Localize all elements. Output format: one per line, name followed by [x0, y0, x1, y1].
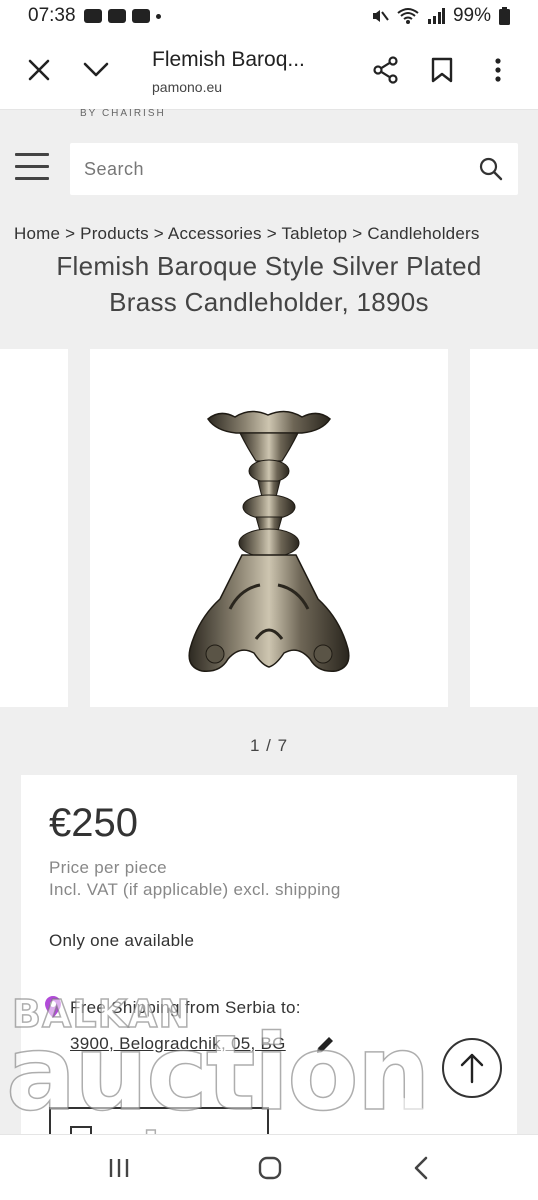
status-bar: 07:38 99% — [0, 0, 538, 32]
share-button[interactable] — [366, 50, 406, 90]
share-icon — [373, 56, 398, 84]
system-icons: 99% — [371, 5, 510, 27]
breadcrumb-separator: > — [266, 224, 282, 243]
close-icon — [28, 59, 50, 81]
back-button[interactable] — [404, 1151, 438, 1185]
breadcrumb-home[interactable]: Home — [14, 224, 60, 243]
hamburger-line — [15, 177, 49, 180]
recent-apps-icon — [109, 1159, 129, 1177]
scroll-to-top-button[interactable] — [442, 1038, 502, 1098]
battery-percent: 99% — [452, 5, 491, 26]
shipping-address-link[interactable]: 3900, Belogradchik, 05, BG — [70, 1034, 286, 1054]
breadcrumb-products[interactable]: Products — [80, 224, 149, 243]
price-card: €250 Price per piece Incl. VAT (if appli… — [21, 775, 517, 1147]
system-navigation-bar — [0, 1134, 538, 1200]
home-button[interactable] — [253, 1151, 287, 1185]
shipping-label: Free Shipping from Serbia to: — [70, 998, 301, 1017]
page-url: pamono.eu — [152, 79, 223, 95]
breadcrumb-separator: > — [153, 224, 168, 243]
arrow-up-icon — [460, 1053, 484, 1084]
breadcrumb: Home > Products > Accessories > Tabletop… — [14, 224, 480, 244]
vat-note: Incl. VAT (if applicable) excl. shipping — [49, 880, 341, 899]
browser-toolbar: Flemish Baroq... pamono.eu — [0, 32, 538, 110]
search-icon[interactable] — [478, 156, 504, 182]
mute-icon — [372, 10, 389, 22]
notification-icons — [83, 9, 161, 23]
next-image-slide[interactable] — [470, 349, 538, 707]
battery-icon — [499, 7, 510, 25]
candleholder-image — [188, 410, 350, 672]
product-title: Flemish Baroque Style Silver Plated Bras… — [56, 251, 482, 317]
previous-image-slide[interactable] — [0, 349, 68, 707]
more-options-button[interactable] — [478, 50, 518, 90]
breadcrumb-candleholders[interactable]: Candleholders — [367, 224, 479, 243]
search-input[interactable]: Search — [70, 143, 518, 195]
brand-tagline: BY CHAIRISH — [80, 108, 166, 119]
back-chevron-icon — [414, 1156, 428, 1180]
youtube-notification-icon — [107, 9, 126, 23]
recent-apps-button[interactable] — [102, 1151, 136, 1185]
bookmark-button[interactable] — [422, 50, 462, 90]
close-tab-button[interactable] — [19, 50, 59, 90]
status-time: 07:38 — [28, 5, 76, 26]
home-icon — [258, 1156, 282, 1180]
image-counter: 1 / 7 — [249, 736, 289, 755]
price-note: Price per piece — [49, 858, 167, 877]
more-vertical-icon — [495, 58, 501, 82]
edit-pencil-icon[interactable] — [313, 1033, 337, 1057]
location-pin-icon — [45, 996, 61, 1018]
chevron-down-icon — [83, 62, 109, 77]
gallery-notification-icon — [83, 9, 102, 23]
bookmark-icon — [431, 57, 453, 83]
hamburger-line — [15, 165, 49, 168]
menu-button[interactable] — [15, 153, 49, 183]
search-placeholder: Search — [84, 159, 145, 179]
hamburger-line — [15, 153, 49, 156]
breadcrumb-accessories[interactable]: Accessories — [168, 224, 262, 243]
wifi-icon — [397, 8, 419, 24]
minimize-tab-button[interactable] — [76, 50, 116, 90]
youtube-notification-icon-2 — [131, 9, 150, 23]
breadcrumb-separator: > — [352, 224, 368, 243]
product-image[interactable] — [90, 349, 448, 707]
availability-text: Only one available — [49, 931, 195, 950]
breadcrumb-tabletop[interactable]: Tabletop — [281, 224, 347, 243]
product-price: €250 — [49, 801, 138, 845]
page-title: Flemish Baroq... — [152, 48, 305, 71]
signal-icon — [427, 8, 445, 24]
more-notifications-icon — [155, 13, 161, 19]
breadcrumb-separator: > — [65, 224, 81, 243]
